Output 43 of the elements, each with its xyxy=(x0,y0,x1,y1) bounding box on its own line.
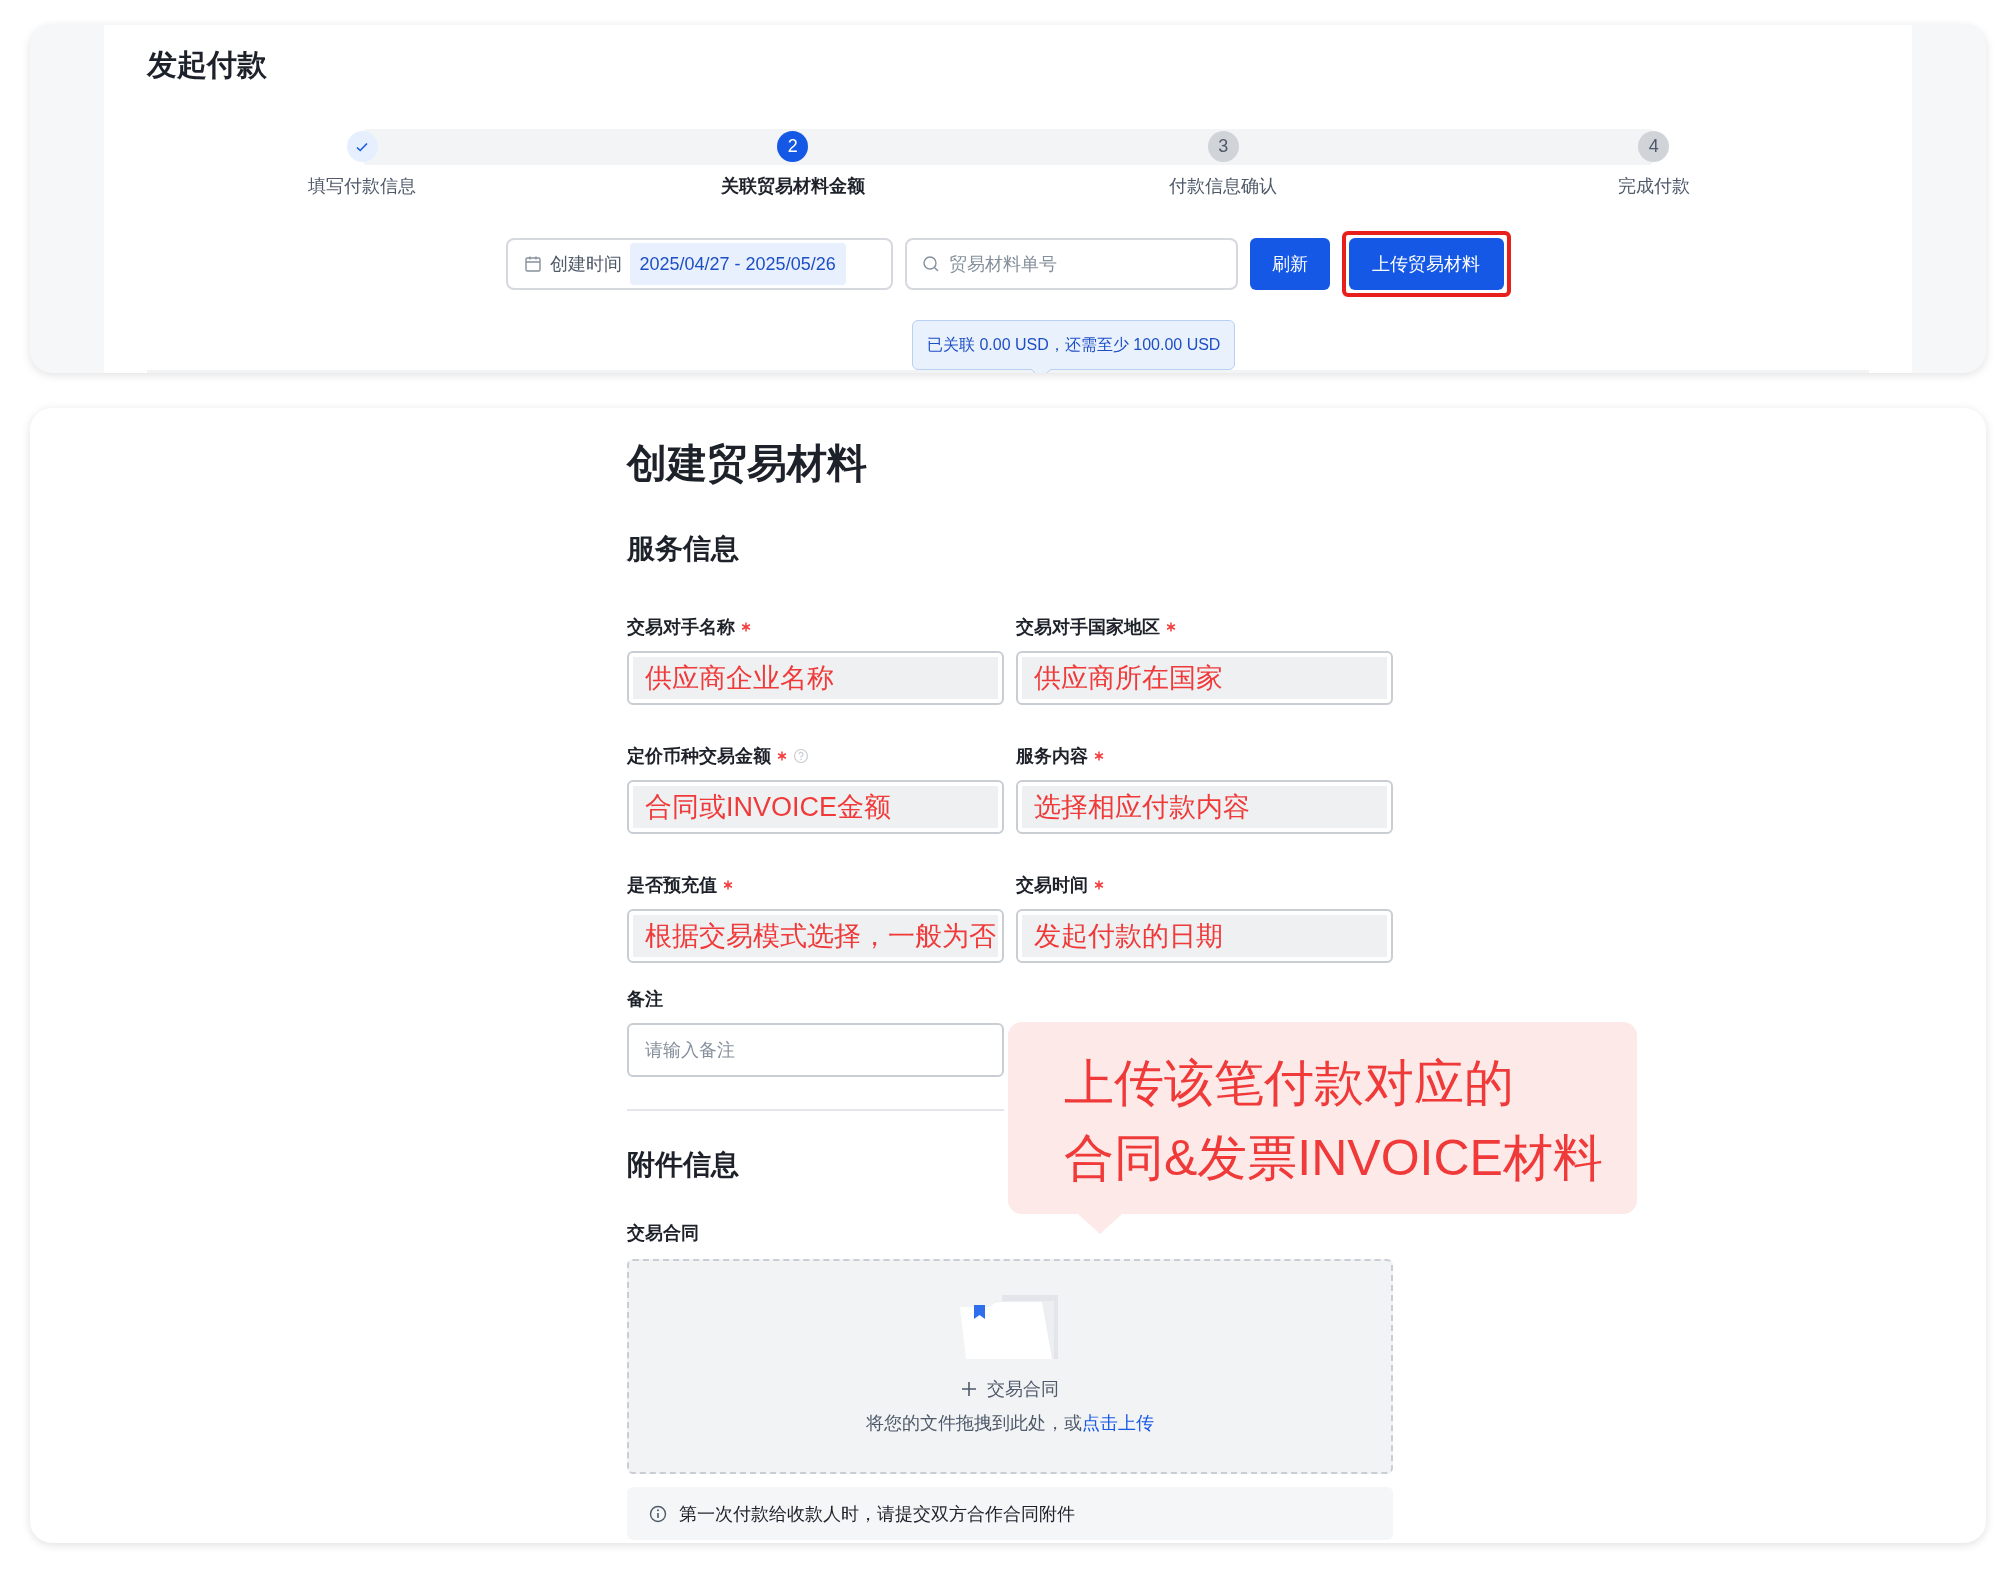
upload-dropzone[interactable]: 交易合同 将您的文件拖拽到此处，或点击上传 xyxy=(627,1259,1393,1474)
field-label: 服务内容 xyxy=(1016,745,1088,768)
input-field[interactable]: 发起付款的日期 xyxy=(1016,909,1393,963)
input-field[interactable]: 供应商所在国家 xyxy=(1016,651,1393,705)
step-label: 填写付款信息 xyxy=(308,175,417,198)
search-field[interactable]: 贸易材料单号 xyxy=(904,238,1238,290)
callout-text: 上传该笔付款对应的 xyxy=(1064,1054,1515,1113)
upload-button[interactable]: 上传贸易材料 xyxy=(1348,238,1504,290)
input-field[interactable]: 供应商企业名称 xyxy=(627,651,1004,705)
callout-text: 合同&发票INVOICE材料 xyxy=(1064,1129,1604,1188)
notice-text: 第一次付款给收款人时，请提交双方合作合同附件 xyxy=(679,1502,1075,1526)
page-title: 发起付款 xyxy=(147,47,267,83)
section-title: 附件信息 xyxy=(627,1148,739,1182)
input-field[interactable]: 选择相应付款内容 xyxy=(1016,780,1393,834)
step-label: 完成付款 xyxy=(1617,175,1690,198)
field-label: 交易对手国家地区 xyxy=(1016,616,1160,639)
input-field[interactable]: 根据交易模式选择，一般为否 xyxy=(627,909,1004,963)
field-label: 交易合同 xyxy=(627,1222,699,1245)
step-label: 付款信息确认 xyxy=(1169,175,1278,198)
calendar-icon xyxy=(523,255,542,273)
field-label: 备注 xyxy=(627,988,663,1011)
refresh-button[interactable]: 刷新 xyxy=(1249,238,1330,290)
form-title: 创建贸易材料 xyxy=(627,440,867,487)
info-icon xyxy=(649,1504,667,1523)
field-label: 交易对手名称 xyxy=(627,616,735,639)
upload-link[interactable]: 点击上传 xyxy=(1082,1413,1154,1433)
help-icon[interactable] xyxy=(793,748,809,764)
step-indicator: 4 xyxy=(1638,131,1670,162)
date-range-value: 2025/04/27 - 2025/05/26 xyxy=(629,243,846,285)
upload-title: 交易合同 xyxy=(987,1378,1059,1401)
date-range-picker[interactable]: 创建时间 2025/04/27 - 2025/05/26 xyxy=(505,238,893,290)
field-label: 是否预充值 xyxy=(627,874,717,897)
date-label: 创建时间 xyxy=(549,253,622,276)
upload-hint: 将您的文件拖拽到此处，或点击上传 xyxy=(866,1412,1154,1435)
field-label: 定价币种交易金额 xyxy=(627,745,771,768)
step-label: 关联贸易材料金额 xyxy=(720,175,865,198)
remark-field[interactable]: 请输入备注 xyxy=(627,1023,1004,1077)
search-icon xyxy=(921,255,940,273)
plus-icon xyxy=(961,1381,977,1397)
field-label: 交易时间 xyxy=(1016,874,1088,897)
section-title: 服务信息 xyxy=(627,532,739,566)
input-field[interactable]: 合同或INVOICE金额 xyxy=(627,780,1004,834)
tooltip: 已关联 0.00 USD，还需至少 100.00 USD xyxy=(912,320,1236,370)
